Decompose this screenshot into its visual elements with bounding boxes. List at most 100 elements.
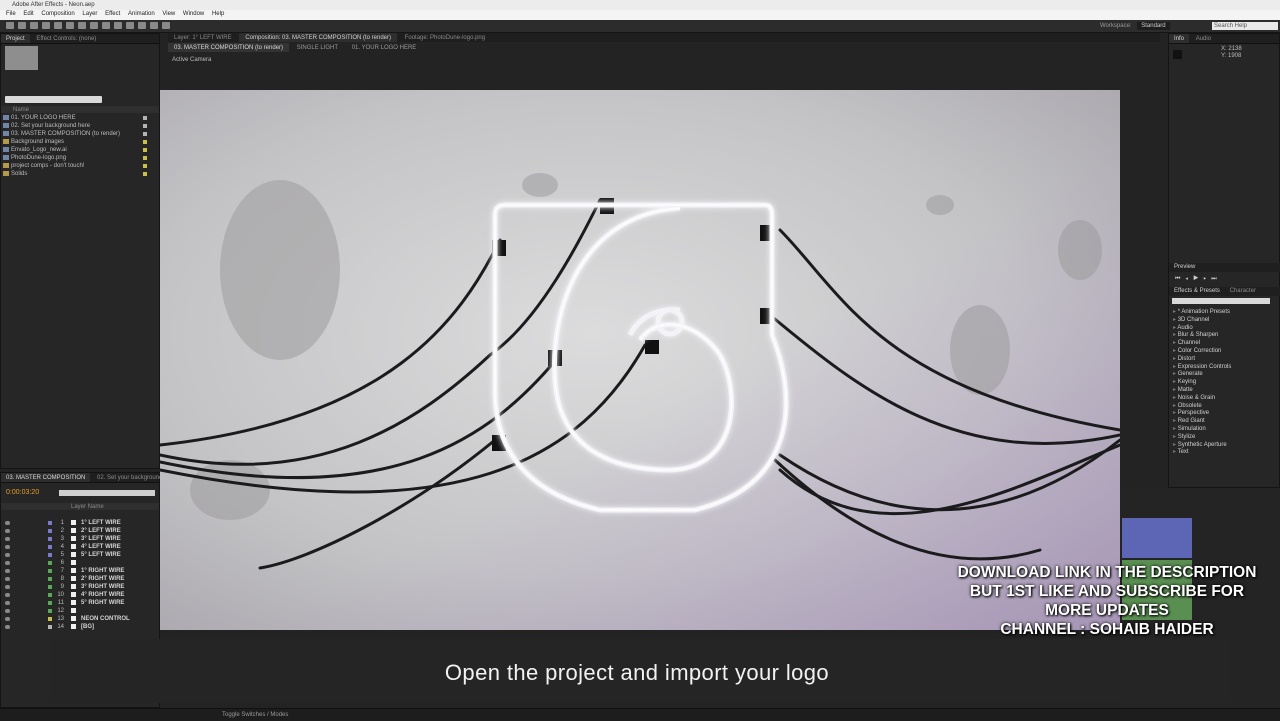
tab-preview[interactable]: Preview bbox=[1169, 264, 1195, 270]
layer-row[interactable]: 4 4° LEFT WIRE bbox=[1, 543, 159, 551]
visibility-eye-icon[interactable] bbox=[5, 617, 10, 621]
tab-effect-controls[interactable]: Effect Controls: (none) bbox=[31, 34, 101, 43]
layer-label-color[interactable] bbox=[48, 617, 52, 621]
effect-category[interactable]: Blur & Sharpen bbox=[1173, 331, 1219, 339]
layer-name[interactable]: 5° LEFT WIRE bbox=[81, 551, 121, 559]
effect-category[interactable]: Text bbox=[1173, 448, 1189, 456]
visibility-eye-icon[interactable] bbox=[5, 553, 10, 557]
label-color-swatch[interactable] bbox=[143, 116, 147, 120]
selection-tool-icon[interactable] bbox=[6, 22, 14, 29]
layer-name[interactable]: 2° RIGHT WIRE bbox=[81, 575, 124, 583]
roto-tool-icon[interactable] bbox=[150, 22, 158, 29]
layer-name[interactable]: NEON CONTROL bbox=[81, 615, 130, 623]
eraser-tool-icon[interactable] bbox=[138, 22, 146, 29]
layer-label-color[interactable] bbox=[48, 553, 52, 557]
puppet-tool-icon[interactable] bbox=[162, 22, 170, 29]
effect-category[interactable]: Stylize bbox=[1173, 433, 1196, 441]
project-item[interactable]: PhotoDune-logo.png bbox=[1, 154, 159, 162]
layer-name[interactable]: 3° LEFT WIRE bbox=[81, 535, 121, 543]
effect-category[interactable]: Color Correction bbox=[1173, 347, 1222, 355]
layer-label-color[interactable] bbox=[48, 569, 52, 573]
visibility-eye-icon[interactable] bbox=[5, 537, 10, 541]
layer-row[interactable]: 7 1° RIGHT WIRE bbox=[1, 567, 159, 575]
comp-tab-your-logo[interactable]: 01. YOUR LOGO HERE bbox=[346, 43, 423, 52]
layer-row[interactable]: 10 4° RIGHT WIRE bbox=[1, 591, 159, 599]
layer-name[interactable]: 5° RIGHT WIRE bbox=[81, 599, 124, 607]
effect-category[interactable]: Expression Controls bbox=[1173, 363, 1232, 371]
layer-label-color[interactable] bbox=[48, 537, 52, 541]
layer-name[interactable]: 1° RIGHT WIRE bbox=[81, 567, 124, 575]
layer-row[interactable]: 2 2° LEFT WIRE bbox=[1, 527, 159, 535]
effect-category[interactable]: Channel bbox=[1173, 339, 1200, 347]
tab-master-composition[interactable]: 03. MASTER COMPOSITION bbox=[1, 473, 91, 482]
effect-category[interactable]: Red Giant bbox=[1173, 417, 1205, 425]
visibility-eye-icon[interactable] bbox=[5, 609, 10, 613]
menu-composition[interactable]: Composition bbox=[41, 10, 74, 18]
pan-behind-tool-icon[interactable] bbox=[66, 22, 74, 29]
effect-category[interactable]: Noise & Grain bbox=[1173, 394, 1215, 402]
layer-name[interactable]: 3° RIGHT WIRE bbox=[81, 583, 124, 591]
layer-name[interactable]: 2° LEFT WIRE bbox=[81, 527, 121, 535]
timecode-display[interactable]: 0:00:03:20 bbox=[6, 489, 39, 497]
layer-row[interactable]: 13 NEON CONTROL bbox=[1, 615, 159, 623]
rotate-tool-icon[interactable] bbox=[42, 22, 50, 29]
tab-footage-viewer[interactable]: Footage: PhotoDune-logo.png bbox=[399, 33, 491, 42]
project-item[interactable]: project comps - don't touch! bbox=[1, 162, 159, 170]
tab-project[interactable]: Project bbox=[1, 34, 30, 43]
layer-name[interactable]: [BG] bbox=[81, 623, 94, 631]
layer-row[interactable]: 14 [BG] bbox=[1, 623, 159, 631]
label-color-swatch[interactable] bbox=[143, 132, 147, 136]
layer-label-color[interactable] bbox=[48, 601, 52, 605]
search-help-input[interactable]: Search Help bbox=[1212, 22, 1278, 30]
layer-label-color[interactable] bbox=[48, 529, 52, 533]
layer-label-color[interactable] bbox=[48, 545, 52, 549]
layer-row[interactable]: 5 5° LEFT WIRE bbox=[1, 551, 159, 559]
label-color-swatch[interactable] bbox=[143, 164, 147, 168]
layer-row[interactable]: 12 bbox=[1, 607, 159, 615]
effect-category[interactable]: 3D Channel bbox=[1173, 316, 1210, 324]
menu-view[interactable]: View bbox=[162, 10, 175, 18]
text-tool-icon[interactable] bbox=[102, 22, 110, 29]
effect-category[interactable]: Perspective bbox=[1173, 409, 1209, 417]
menu-window[interactable]: Window bbox=[183, 10, 204, 18]
composition-viewer[interactable] bbox=[160, 90, 1120, 630]
layer-row[interactable]: 9 3° RIGHT WIRE bbox=[1, 583, 159, 591]
visibility-eye-icon[interactable] bbox=[5, 569, 10, 573]
layer-name-header[interactable]: Layer Name bbox=[1, 503, 159, 510]
zoom-tool-icon[interactable] bbox=[30, 22, 38, 29]
workspace-value[interactable]: Standard bbox=[1137, 22, 1170, 30]
tab-composition-viewer[interactable]: Composition: 03. MASTER COMPOSITION (to … bbox=[239, 33, 398, 42]
visibility-eye-icon[interactable] bbox=[5, 625, 10, 629]
layer-label-color[interactable] bbox=[48, 625, 52, 629]
label-color-swatch[interactable] bbox=[143, 172, 147, 176]
project-item[interactable]: Background images bbox=[1, 138, 159, 146]
tab-audio[interactable]: Audio bbox=[1191, 34, 1216, 43]
layer-label-color[interactable] bbox=[48, 609, 52, 613]
menu-file[interactable]: File bbox=[6, 10, 16, 18]
project-item[interactable]: 03. MASTER COMPOSITION (to render) bbox=[1, 130, 159, 138]
effect-category[interactable]: Keying bbox=[1173, 378, 1196, 386]
stamp-tool-icon[interactable] bbox=[126, 22, 134, 29]
workspace-selector[interactable]: Workspace: Standard bbox=[1100, 22, 1170, 30]
effect-category[interactable]: Simulation bbox=[1173, 425, 1206, 433]
effect-category[interactable]: Audio bbox=[1173, 324, 1192, 332]
visibility-eye-icon[interactable] bbox=[5, 529, 10, 533]
menu-effect[interactable]: Effect bbox=[105, 10, 120, 18]
tab-character[interactable]: Character bbox=[1222, 288, 1256, 294]
visibility-eye-icon[interactable] bbox=[5, 545, 10, 549]
effects-search-input[interactable] bbox=[1172, 298, 1270, 304]
brush-tool-icon[interactable] bbox=[114, 22, 122, 29]
toggle-switches-modes[interactable]: Toggle Switches / Modes bbox=[222, 711, 288, 719]
project-item[interactable]: 02. Set your background here bbox=[1, 122, 159, 130]
project-item[interactable]: Envato_Logo_new.ai bbox=[1, 146, 159, 154]
timeline-search-input[interactable] bbox=[59, 490, 155, 496]
project-column-header[interactable]: Name bbox=[1, 106, 159, 113]
menu-edit[interactable]: Edit bbox=[23, 10, 33, 18]
effect-category[interactable]: Generate bbox=[1173, 370, 1203, 378]
effect-category[interactable]: Distort bbox=[1173, 355, 1195, 363]
layer-row[interactable]: 8 2° RIGHT WIRE bbox=[1, 575, 159, 583]
layer-label-color[interactable] bbox=[48, 585, 52, 589]
preview-controls[interactable]: ⏮◂▶▸⏭ bbox=[1175, 275, 1222, 283]
project-search-input[interactable] bbox=[5, 96, 102, 103]
effect-category[interactable]: * Animation Presets bbox=[1173, 308, 1230, 316]
